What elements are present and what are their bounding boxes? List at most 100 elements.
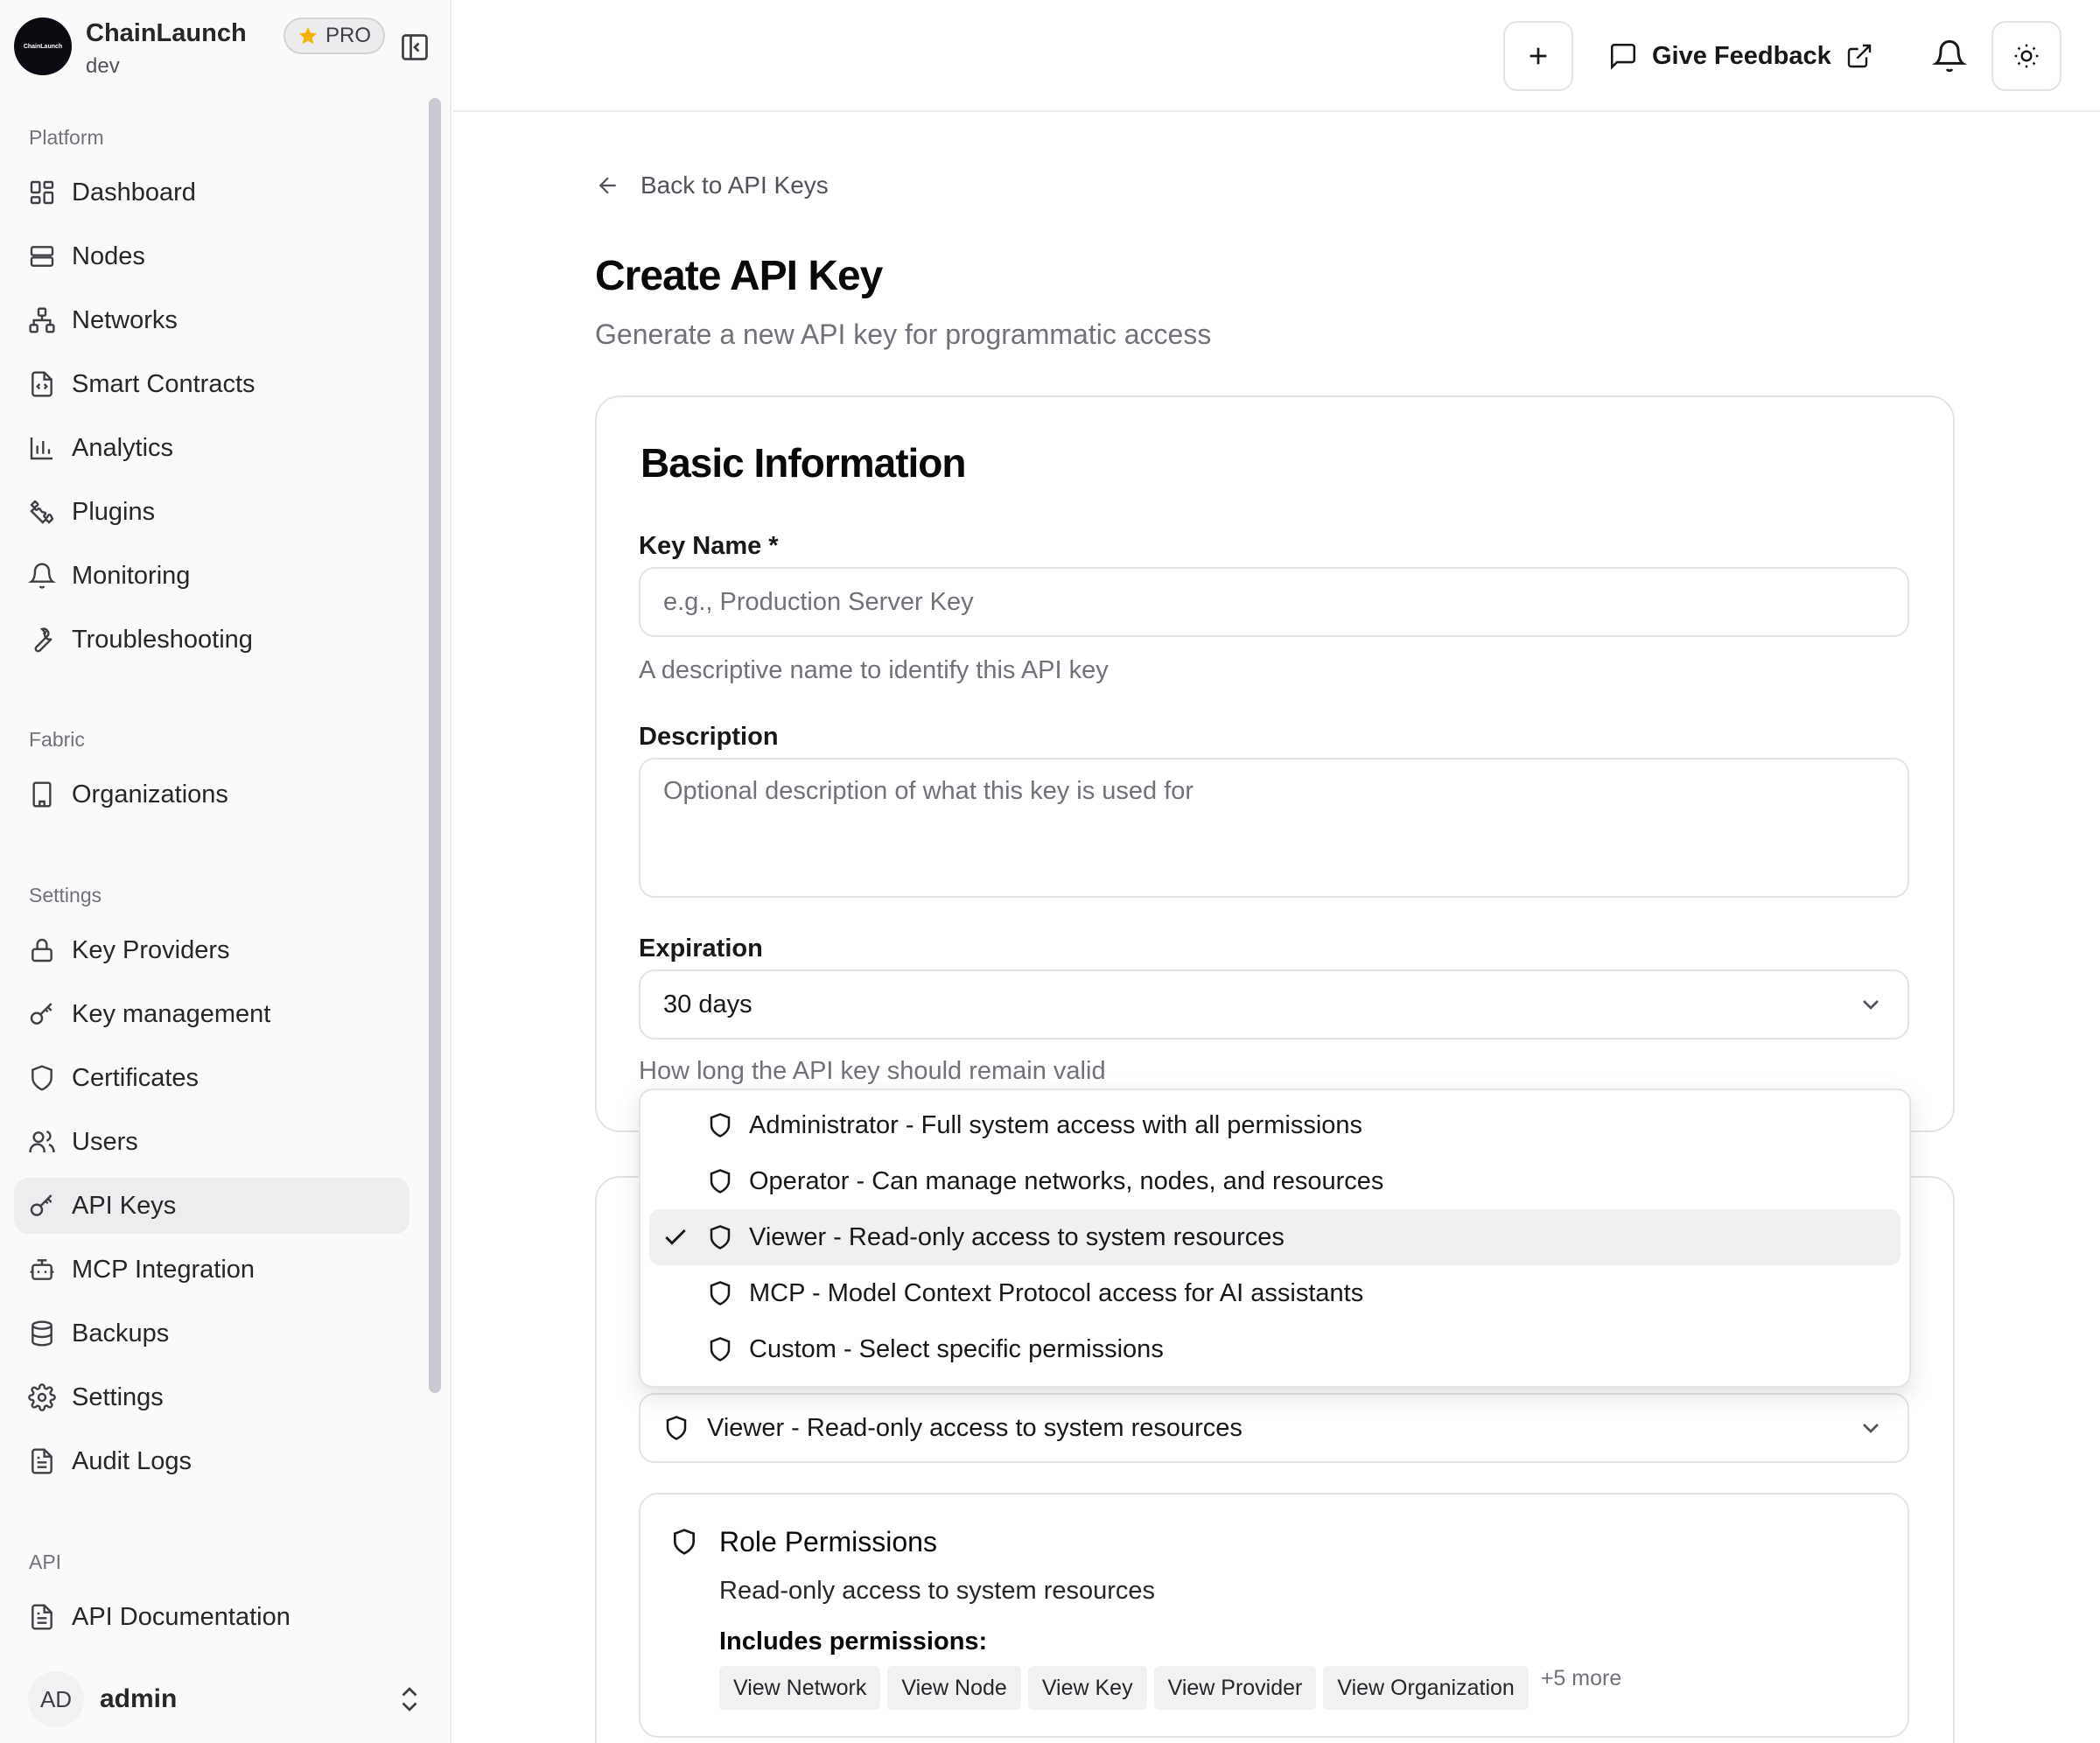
role-option-viewer[interactable]: Viewer - Read-only access to system reso… xyxy=(649,1209,1900,1265)
expiration-value: 30 days xyxy=(663,990,752,1018)
sidebar-item-label: MCP Integration xyxy=(72,1255,256,1284)
sidebar-item-certificates[interactable]: Certificates xyxy=(14,1050,410,1106)
sidebar-item-label: Dashboard xyxy=(72,178,196,206)
permission-tag: View Organization xyxy=(1323,1666,1529,1710)
sidebar-item-mcp-integration[interactable]: MCP Integration xyxy=(14,1242,410,1298)
role-option-mcp[interactable]: MCP - Model Context Protocol access for … xyxy=(649,1265,1900,1321)
sidebar-item-plugins[interactable]: Plugins xyxy=(14,484,410,540)
brand-header[interactable]: ChainLaunch ChainLaunch dev PRO xyxy=(14,18,428,80)
give-feedback-button[interactable]: Give Feedback xyxy=(1608,21,1873,91)
sidebar-item-settings[interactable]: Settings xyxy=(14,1369,410,1425)
shield-icon xyxy=(666,1416,687,1440)
external-link-icon xyxy=(1847,44,1871,68)
arrow-left-icon xyxy=(598,177,616,194)
bell-icon xyxy=(28,563,56,589)
sidebar-item-key-management[interactable]: Key management xyxy=(14,986,410,1042)
page-subtitle: Generate a new API key for programmatic … xyxy=(595,318,1212,350)
give-feedback-label: Give Feedback xyxy=(1652,41,1831,70)
sidebar-nav: Platform Dashboard Nodes Networks Smart … xyxy=(0,112,420,1631)
role-permissions-box: Role Permissions Read-only access to sys… xyxy=(639,1493,1909,1738)
shield-icon xyxy=(674,1529,695,1555)
wrench-icon xyxy=(34,627,52,653)
star-icon xyxy=(299,27,317,45)
sidebar-item-api-documentation[interactable]: API Documentation xyxy=(14,1589,410,1645)
sidebar-item-troubleshooting[interactable]: Troubleshooting xyxy=(14,612,410,668)
chevron-down-icon xyxy=(1863,1424,1879,1433)
gear-icon xyxy=(28,1383,56,1411)
shield-icon xyxy=(710,1281,731,1306)
key-name-input[interactable] xyxy=(639,567,1909,637)
sidebar-item-dashboard[interactable]: Dashboard xyxy=(14,164,410,220)
section-label-settings: Settings xyxy=(29,884,102,906)
chevrons-up-down-icon xyxy=(402,1687,417,1712)
sidebar-item-audit-logs[interactable]: Audit Logs xyxy=(14,1433,410,1489)
option-label: Administrator - Full system access with … xyxy=(749,1111,1363,1139)
bar-chart-icon xyxy=(30,438,52,460)
sidebar-item-backups[interactable]: Backups xyxy=(14,1306,410,1362)
message-square-icon xyxy=(1610,43,1636,70)
description-label: Description xyxy=(639,723,779,751)
app-name: ChainLaunch xyxy=(86,19,247,47)
file-code-icon xyxy=(32,371,52,397)
sidebar-item-label: Certificates xyxy=(72,1063,200,1092)
sidebar-item-nodes[interactable]: Nodes xyxy=(14,228,410,284)
expiration-label: Expiration xyxy=(639,934,763,962)
sidebar-scrollbar[interactable] xyxy=(429,98,441,1393)
sidebar-item-smart-contracts[interactable]: Smart Contracts xyxy=(14,356,410,412)
shield-icon xyxy=(710,1225,731,1250)
sidebar-item-label: Settings xyxy=(72,1382,164,1411)
sidebar-item-label: Key management xyxy=(72,999,271,1028)
role-permissions-description: Read-only access to system resources xyxy=(719,1577,1156,1605)
permission-tag: View Key xyxy=(1027,1666,1147,1710)
sidebar-item-api-keys[interactable]: API Keys xyxy=(14,1178,410,1234)
role-select[interactable]: Viewer - Read-only access to system reso… xyxy=(639,1393,1909,1463)
top-header: Give Feedback xyxy=(453,0,2100,112)
server-icon xyxy=(30,246,54,267)
sidebar-item-label: Audit Logs xyxy=(72,1446,192,1475)
sidebar-item-users[interactable]: Users xyxy=(14,1114,410,1170)
sidebar-item-label: Analytics xyxy=(72,433,174,462)
expiration-select[interactable]: 30 days xyxy=(639,970,1909,1040)
description-textarea[interactable] xyxy=(639,758,1909,898)
theme-toggle-button[interactable] xyxy=(1992,21,2062,91)
section-label-api: API xyxy=(29,1550,62,1573)
sidebar-item-label: Organizations xyxy=(72,780,228,808)
sidebar-item-organizations[interactable]: Organizations xyxy=(14,766,410,822)
role-option-custom[interactable]: Custom - Select specific permissions xyxy=(649,1321,1900,1377)
expiration-hint: How long the API key should remain valid xyxy=(639,1057,1106,1085)
check-icon xyxy=(665,1228,686,1245)
option-label: MCP - Model Context Protocol access for … xyxy=(749,1279,1364,1307)
sidebar-item-monitoring[interactable]: Monitoring xyxy=(14,548,410,604)
back-to-api-keys-link[interactable]: Back to API Keys xyxy=(595,172,829,200)
page-title: Create API Key xyxy=(595,253,883,299)
sidebar-collapse-icon[interactable] xyxy=(399,32,430,63)
option-label: Custom - Select specific permissions xyxy=(749,1335,1164,1363)
add-button[interactable] xyxy=(1503,21,1573,91)
app-logo: ChainLaunch xyxy=(14,18,72,75)
role-option-administrator[interactable]: Administrator - Full system access with … xyxy=(649,1097,1900,1153)
user-menu[interactable]: AD admin xyxy=(14,1668,425,1731)
user-name: admin xyxy=(100,1684,178,1713)
permission-tag: View Provider xyxy=(1153,1666,1317,1710)
sidebar-item-analytics[interactable]: Analytics xyxy=(14,420,410,476)
card-title: Basic Information xyxy=(640,440,967,486)
file-text-icon xyxy=(32,1604,52,1630)
role-option-operator[interactable]: Operator - Can manage networks, nodes, a… xyxy=(649,1153,1900,1209)
avatar: AD xyxy=(28,1671,84,1727)
role-select-value: Viewer - Read-only access to system reso… xyxy=(707,1413,1242,1442)
sidebar-item-label: Nodes xyxy=(72,242,145,270)
key-icon xyxy=(30,1194,52,1216)
sidebar-item-networks[interactable]: Networks xyxy=(14,292,410,348)
key-name-label: Key Name * xyxy=(639,532,779,560)
option-label: Viewer - Read-only access to system reso… xyxy=(749,1223,1284,1251)
includes-permissions-label: Includes permissions: xyxy=(719,1628,988,1656)
notifications-bell-icon[interactable] xyxy=(1932,38,1967,74)
file-text-icon xyxy=(32,1448,52,1474)
sidebar-item-key-providers[interactable]: Key Providers xyxy=(14,922,410,978)
database-icon xyxy=(32,1320,52,1347)
option-label: Operator - Can manage networks, nodes, a… xyxy=(749,1167,1384,1195)
more-permissions-label: +5 more xyxy=(1540,1666,1622,1690)
back-link-label: Back to API Keys xyxy=(640,172,829,199)
sidebar-item-label: Networks xyxy=(72,305,178,334)
sidebar-item-label: Troubleshooting xyxy=(72,625,253,654)
